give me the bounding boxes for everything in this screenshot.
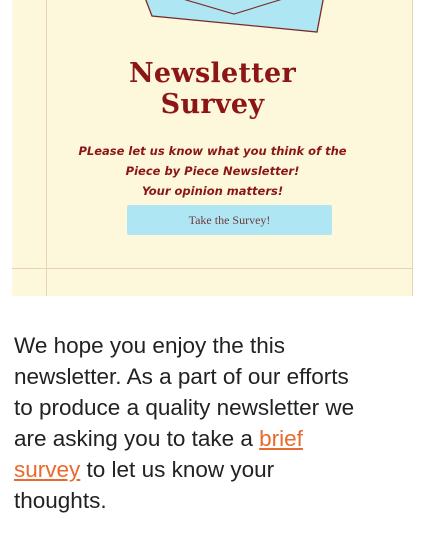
paragraph-line: survey to let us know your bbox=[14, 454, 438, 485]
survey-title-line1: Newsletter bbox=[128, 58, 297, 89]
envelope-icon bbox=[145, 0, 324, 33]
brief-survey-link[interactable]: brief bbox=[259, 426, 303, 451]
grid-line bbox=[12, 268, 413, 269]
survey-title: Newsletter Survey bbox=[12, 58, 413, 120]
blurb-line: Your opinion matters! bbox=[141, 184, 284, 198]
paragraph-line: are asking you to take a brief bbox=[14, 423, 438, 454]
blurb-line: Piece by Piece Newsletter! bbox=[125, 164, 300, 178]
survey-banner: Newsletter Survey PLease let us know wha… bbox=[12, 0, 413, 296]
survey-title-line2: Survey bbox=[160, 89, 265, 120]
blurb-line: PLease let us know what you think of the bbox=[78, 144, 347, 158]
newsletter-intro-paragraph: We hope you enjoy the this newsletter. A… bbox=[14, 330, 438, 516]
paragraph-line: to produce a quality newsletter we bbox=[14, 395, 355, 420]
survey-blurb: PLease let us know what you think of the… bbox=[12, 141, 413, 201]
paragraph-line: We hope you enjoy the this bbox=[14, 333, 286, 358]
paragraph-line: thoughts. bbox=[14, 488, 107, 513]
take-survey-button[interactable]: Take the Survey! bbox=[127, 205, 332, 235]
paragraph-text: are asking you to take a bbox=[14, 426, 260, 451]
paragraph-text: to let us know your bbox=[80, 457, 275, 482]
paragraph-line: newsletter. As a part of our efforts bbox=[14, 364, 349, 389]
brief-survey-link-continued[interactable]: survey bbox=[14, 457, 80, 482]
